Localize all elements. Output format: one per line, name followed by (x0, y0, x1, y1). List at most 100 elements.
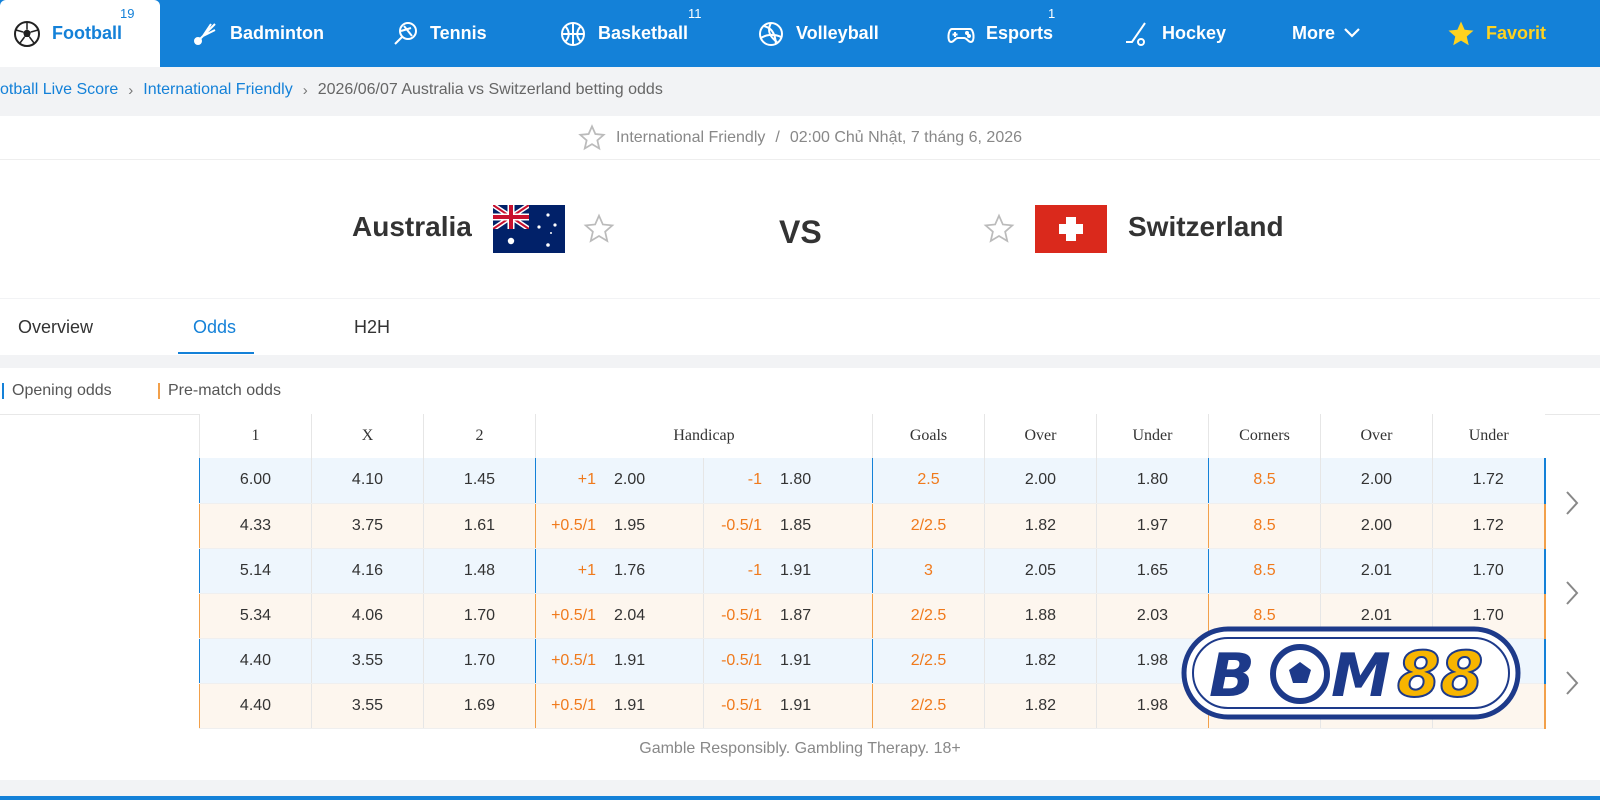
goals-over-odds[interactable]: 2.05 (984, 548, 1097, 594)
corners-over-odds[interactable]: 2.01 (1320, 548, 1433, 594)
football-icon (12, 19, 42, 49)
breadcrumb-link-live-score[interactable]: otball Live Score (0, 81, 118, 99)
goals-line[interactable]: 3 (872, 548, 985, 594)
odds-draw[interactable]: 4.10 (311, 458, 424, 504)
corners-line[interactable]: 8.5 (1208, 503, 1321, 549)
corners-under-odds[interactable]: 1.72 (1432, 458, 1546, 504)
chevron-right-icon[interactable] (1562, 488, 1582, 518)
odds-home-win[interactable]: 4.40 (199, 638, 312, 684)
away-favorite-star-icon[interactable] (983, 213, 1015, 245)
chevron-right-icon: › (128, 81, 134, 99)
corners-under-odds[interactable]: 1.72 (1432, 503, 1546, 549)
odds-away-win[interactable]: 1.61 (423, 503, 536, 549)
corners-line[interactable]: 8.5 (1208, 548, 1321, 594)
nav-tab-football[interactable]: Football 19 (0, 0, 160, 67)
handicap-pair: +0.5/1 1.91 (536, 652, 703, 670)
chevron-right-icon[interactable] (1562, 578, 1582, 608)
odds-row-opening[interactable]: 5.14 4.16 1.48 +1 1.76 -1 1.91 3 2.05 1.65 8.5 2.01… (199, 548, 1546, 594)
nav-tab-tennis[interactable]: Tennis (360, 0, 526, 67)
handicap-odds: 1.80 (780, 471, 812, 489)
goals-over-odds[interactable]: 1.88 (984, 593, 1097, 639)
odds-away-win[interactable]: 1.69 (423, 683, 536, 729)
corners-line[interactable]: 8.5 (1208, 458, 1321, 504)
handicap-away[interactable]: -1 1.80 (703, 458, 873, 504)
goals-under-odds[interactable]: 1.80 (1096, 458, 1209, 504)
odds-draw[interactable]: 3.55 (311, 683, 424, 729)
goals-line[interactable]: 2/2.5 (872, 593, 985, 639)
handicap-pair: +0.5/1 1.91 (536, 697, 703, 715)
odds-away-win[interactable]: 1.70 (423, 638, 536, 684)
handicap-away[interactable]: -0.5/1 1.87 (703, 593, 873, 639)
odds-draw[interactable]: 4.16 (311, 548, 424, 594)
handicap-away[interactable]: -1 1.91 (703, 548, 873, 594)
breadcrumb-link-league[interactable]: International Friendly (143, 81, 292, 99)
odds-home-win[interactable]: 4.33 (199, 503, 312, 549)
nav-more-menu[interactable]: More (1256, 0, 1446, 67)
odds-row-prematch[interactable]: 4.33 3.75 1.61 +0.5/1 1.95 -0.5/1 1.85 2/2.5 1.8… (199, 503, 1546, 549)
handicap-odds: 2.00 (614, 471, 646, 489)
handicap-away[interactable]: -0.5/1 1.91 (703, 638, 873, 684)
odds-away-win[interactable]: 1.70 (423, 593, 536, 639)
goals-over-odds[interactable]: 1.82 (984, 503, 1097, 549)
away-team-name[interactable]: Switzerland (1128, 211, 1284, 243)
home-team-name[interactable]: Australia (352, 211, 472, 243)
handicap-line: -0.5/1 (721, 651, 762, 669)
goals-line[interactable]: 2/2.5 (872, 503, 985, 549)
handicap-home[interactable]: +0.5/1 1.91 (535, 638, 704, 684)
nav-tab-hockey[interactable]: Hockey (1086, 0, 1256, 67)
chevron-right-icon[interactable] (1562, 668, 1582, 698)
goals-line[interactable]: 2.5 (872, 458, 985, 504)
odds-home-win[interactable]: 5.14 (199, 548, 312, 594)
goals-over-odds[interactable]: 1.82 (984, 683, 1097, 729)
handicap-home[interactable]: +1 2.00 (535, 458, 704, 504)
odds-draw[interactable]: 4.06 (311, 593, 424, 639)
odds-home-win[interactable]: 6.00 (199, 458, 312, 504)
tab-odds[interactable]: Odds (193, 299, 236, 355)
goals-under-odds[interactable]: 1.65 (1096, 548, 1209, 594)
col-header-goals-under: Under (1096, 414, 1209, 458)
australia-flag-icon (493, 205, 565, 253)
nav-tab-count: 19 (120, 6, 135, 21)
nav-tab-label: Hockey (1162, 23, 1227, 43)
tab-h2h[interactable]: H2H (354, 299, 390, 355)
handicap-home[interactable]: +1 1.76 (535, 548, 704, 594)
handicap-pair: -0.5/1 1.91 (704, 652, 872, 670)
handicap-away[interactable]: -0.5/1 1.91 (703, 683, 873, 729)
goals-under-odds[interactable]: 1.97 (1096, 503, 1209, 549)
nav-tab-basketball[interactable]: Basketball 11 (526, 0, 722, 67)
handicap-pair: +1 2.00 (536, 471, 703, 489)
corners-over-odds[interactable]: 2.00 (1320, 503, 1433, 549)
nav-favorites[interactable]: Favorit (1446, 0, 1570, 67)
odds-draw[interactable]: 3.55 (311, 638, 424, 684)
star-icon (1446, 19, 1476, 49)
nav-tab-volleyball[interactable]: Volleyball (722, 0, 910, 67)
odds-home-win[interactable]: 4.40 (199, 683, 312, 729)
nav-tab-esports[interactable]: Esports 1 (910, 0, 1086, 67)
odds-away-win[interactable]: 1.48 (423, 548, 536, 594)
goals-over-odds[interactable]: 2.00 (984, 458, 1097, 504)
active-tab-indicator (178, 352, 254, 354)
tab-overview[interactable]: Overview (18, 299, 93, 355)
corners-over-odds[interactable]: 2.00 (1320, 458, 1433, 504)
handicap-home[interactable]: +0.5/1 1.95 (535, 503, 704, 549)
sports-nav: Football 19 Badminton Tennis Basketball … (0, 0, 1600, 67)
nav-tab-label: More (1292, 23, 1336, 43)
odds-draw[interactable]: 3.75 (311, 503, 424, 549)
home-favorite-star-icon[interactable] (583, 213, 615, 245)
league-name[interactable]: International Friendly (616, 129, 765, 147)
nav-tab-badminton[interactable]: Badminton (160, 0, 360, 67)
col-header-handicap: Handicap (535, 414, 873, 458)
goals-over-odds[interactable]: 1.82 (984, 638, 1097, 684)
goals-line[interactable]: 2/2.5 (872, 638, 985, 684)
league-favorite-star-icon[interactable] (578, 123, 606, 152)
handicap-home[interactable]: +0.5/1 2.04 (535, 593, 704, 639)
handicap-away[interactable]: -0.5/1 1.85 (703, 503, 873, 549)
handicap-pair: -0.5/1 1.85 (704, 517, 872, 535)
corners-under-odds[interactable]: 1.70 (1432, 548, 1546, 594)
odds-away-win[interactable]: 1.45 (423, 458, 536, 504)
handicap-pair: -1 1.91 (704, 562, 872, 580)
odds-home-win[interactable]: 5.34 (199, 593, 312, 639)
goals-line[interactable]: 2/2.5 (872, 683, 985, 729)
odds-row-opening[interactable]: 6.00 4.10 1.45 +1 2.00 -1 1.80 2.5 2.00 1.80 8.5 2.… (199, 458, 1546, 504)
handicap-home[interactable]: +0.5/1 1.91 (535, 683, 704, 729)
